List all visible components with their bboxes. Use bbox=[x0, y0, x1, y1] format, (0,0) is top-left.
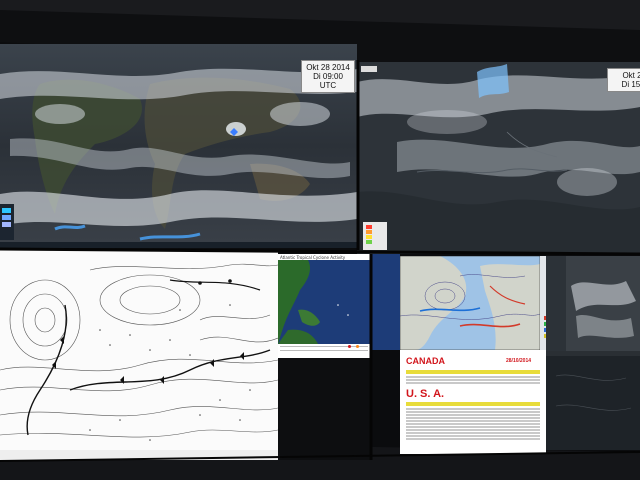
bezel-lines bbox=[0, 60, 640, 462]
weather-video-wall: Okt 28 2014 Di 09:00 UTC Okt 2 Di 15: bbox=[0, 0, 640, 480]
